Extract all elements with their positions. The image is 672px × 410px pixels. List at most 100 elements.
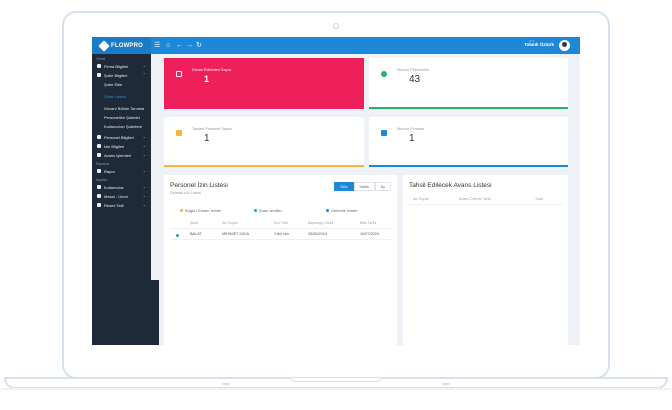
- column-header: Avans Ödeme Tarihi: [459, 197, 492, 201]
- sidebar-item-avans[interactable]: Avans Işlemleri ⌄: [92, 151, 151, 159]
- sidebar-item-label: Mesai - Ücret: [104, 193, 128, 199]
- sidebar-item-mesai[interactable]: Mesai - Ücret ⌄: [92, 192, 151, 200]
- floor-shadow: [0, 388, 672, 390]
- sidebar-section-label: Raporlar: [96, 162, 110, 166]
- cell-end: 10/07/2024: [360, 232, 380, 236]
- tab-month[interactable]: Ay: [374, 182, 391, 191]
- cell-name: MEHMET KAYA: [222, 232, 250, 236]
- sidebar-item-personel[interactable]: Personel Bilgileri ⌄: [92, 133, 151, 141]
- camera-icon: [333, 23, 339, 29]
- sidebar-item-firma[interactable]: Firma Bilgileri ⌄: [92, 62, 151, 70]
- sidebar-item-label: Şube Bilgileri: [104, 72, 128, 78]
- stat-card-stripe: [369, 165, 568, 167]
- person-icon: [381, 71, 387, 77]
- sidebar-item-kullanicilar[interactable]: Kullanıcılar ⌄: [92, 183, 151, 191]
- sidebar-subitem-unvan[interactable]: Ünvan/ Bölüm Tanımla: [92, 104, 151, 112]
- sidebar-item-label: İzin Bilgileri: [104, 143, 125, 149]
- chevron-down-icon: ⌄: [142, 184, 146, 189]
- chevron-up-icon: ⌃: [142, 72, 146, 77]
- branch-icon: [97, 73, 101, 77]
- stat-card-label: Ünvan Bölümleri Sayısı: [192, 68, 232, 72]
- sidebar-subitem-sube-listesi[interactable]: Şube Listesi: [92, 92, 151, 100]
- chevron-down-icon: ⌄: [142, 143, 146, 148]
- column-header: Bitiş Tarihi: [360, 221, 377, 225]
- report-icon: [97, 169, 101, 173]
- legend-returning: Bugün Dönen İzinler: [180, 208, 221, 213]
- stat-card-value: 1: [204, 74, 210, 84]
- stat-card-value: 1: [204, 133, 210, 144]
- chevron-down-icon: ⌄: [142, 168, 146, 173]
- chevron-down-icon: ⌄: [142, 202, 146, 207]
- legend-dot: [180, 209, 183, 212]
- stat-card-label: Toplam Personel Sayısı: [192, 127, 232, 131]
- stat-card-unvan[interactable]: Ünvan Bölümleri Sayısı 1: [164, 58, 364, 109]
- laptop-foot: [442, 383, 450, 385]
- holiday-icon: [97, 203, 101, 207]
- sidebar-item-label: Avans Işlemleri: [104, 152, 132, 158]
- menu-icon[interactable]: ☰: [154, 41, 160, 50]
- stat-card-firmalar[interactable]: Mevcut Firmalar 1: [369, 117, 568, 167]
- column-header: Ad Soyad: [413, 197, 429, 201]
- sidebar-item-izin[interactable]: İzin Bilgileri ⌄: [92, 142, 151, 150]
- laptop-foot: [222, 383, 230, 385]
- folder-icon: [176, 130, 182, 136]
- legend-dot: [254, 209, 257, 212]
- office-icon: [381, 130, 387, 136]
- column-header: İzin Türü: [274, 221, 288, 225]
- legend-label: Gelecek İzinler: [331, 208, 358, 213]
- sidebar-subitem-personel-sube[interactable]: Personelleri Şubeler: [92, 113, 151, 121]
- divider: [170, 239, 391, 240]
- building-icon: [97, 64, 101, 68]
- panel-subtitle: Gelecek İzin Listesi: [170, 191, 201, 195]
- period-tabs: Gün Hafta Ay: [334, 182, 391, 191]
- panel-title: Tahsil Edilecek Avans Listesi: [409, 182, 492, 189]
- status-dot: [176, 234, 179, 237]
- stat-card-personeller[interactable]: Mevcut Personeller 43: [369, 58, 568, 109]
- legend-label: Şuan İzinliler: [259, 208, 282, 213]
- chevron-down-icon: ⌄: [142, 63, 146, 68]
- home-icon[interactable]: ⌂: [166, 41, 170, 50]
- panel-title: Personel İzin Listesi: [170, 182, 228, 189]
- divider: [170, 228, 391, 229]
- back-icon[interactable]: ←: [176, 41, 183, 50]
- clock-icon: [97, 194, 101, 198]
- chevron-down-icon: ⌄: [142, 134, 146, 139]
- avatar[interactable]: [559, 40, 570, 51]
- chevron-down-icon: ⌄: [142, 193, 146, 198]
- brand-logo[interactable]: FLOWPRO: [92, 37, 151, 54]
- sidebar-item-label: Rapor: [104, 168, 115, 174]
- sidebar-subitem-kullanici-sube[interactable]: Kullanıcıları Şubelere: [92, 122, 151, 130]
- money-icon: [97, 153, 101, 157]
- forward-icon[interactable]: →: [186, 41, 193, 50]
- tab-week[interactable]: Hafta: [353, 182, 375, 191]
- sidebar-section-label: Ayarlar: [96, 178, 108, 182]
- tab-day[interactable]: Gün: [334, 182, 354, 191]
- stat-card-label: Mevcut Firmalar: [397, 127, 425, 131]
- stat-card-stripe: [164, 165, 364, 167]
- legend-label: Bugün Dönen İzinler: [185, 208, 222, 213]
- stat-card-toplam[interactable]: Toplam Personel Sayısı 1: [164, 117, 364, 167]
- sidebar-item-label: Kullanıcılar: [104, 184, 124, 190]
- refresh-icon[interactable]: ↻: [196, 41, 202, 50]
- app-screen: FLOWPRO ☰ ⌂ ← → ↻ ⛶ Tolunk Öztürk Genel …: [92, 37, 580, 345]
- column-header: Ad Soyad: [222, 221, 238, 225]
- cell-start: 25/06/2024: [308, 232, 328, 236]
- sidebar-item-sube[interactable]: Şube Bilgileri ⌃: [92, 71, 151, 79]
- column-header: Tutar: [535, 197, 544, 201]
- user-icon: [97, 135, 101, 139]
- legend-upcoming: Gelecek İzinler: [326, 208, 357, 213]
- sidebar-item-resmi-tatil[interactable]: Resmi Tatil ⌄: [92, 201, 151, 209]
- sidebar-subitem-sube-ekle[interactable]: Şube Ekle: [92, 80, 151, 88]
- divider: [409, 204, 562, 205]
- user-name[interactable]: Tolunk Öztürk: [524, 42, 554, 47]
- leave-panel: Personel İzin Listesi Gelecek İzin Liste…: [164, 175, 397, 345]
- sidebar-section-label: Genel: [96, 57, 106, 61]
- sidebar-item-rapor[interactable]: Rapor ⌄: [92, 167, 151, 175]
- stat-card-stripe: [369, 107, 568, 109]
- laptop-notch: [290, 378, 382, 382]
- cell-type: Yıllık İzin: [274, 232, 290, 236]
- column-header: Şube: [190, 221, 199, 225]
- chevron-down-icon: ⌄: [142, 152, 146, 157]
- column-header: Başlangıç Tarihi: [308, 221, 334, 225]
- stat-card-value: 1: [409, 133, 415, 144]
